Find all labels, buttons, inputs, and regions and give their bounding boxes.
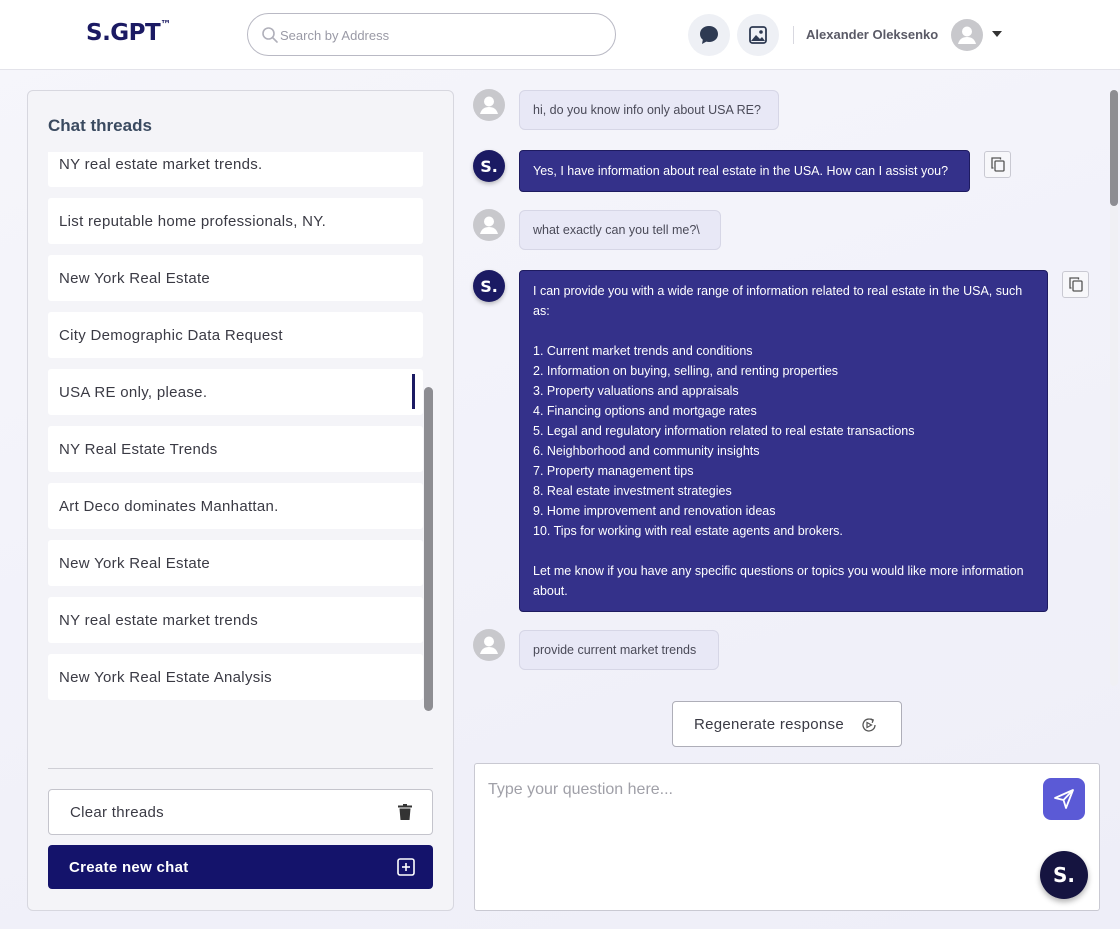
send-button[interactable] bbox=[1043, 778, 1085, 820]
thread-item[interactable]: New York Real Estate bbox=[48, 540, 423, 586]
thread-item[interactable]: City Demographic Data Request bbox=[48, 312, 423, 358]
user-avatar-icon bbox=[473, 629, 505, 661]
copy-icon bbox=[1068, 277, 1083, 292]
image-icon bbox=[749, 26, 767, 44]
divider bbox=[48, 768, 433, 769]
panel-title: Chat threads bbox=[48, 116, 152, 135]
send-icon bbox=[1054, 789, 1074, 809]
app-logo[interactable]: S.GPT™ bbox=[86, 18, 171, 46]
thread-item[interactable]: NY real estate market trends bbox=[48, 597, 423, 643]
thread-list: NY real estate market trends. List reput… bbox=[48, 152, 423, 702]
bot-message: Yes, I have information about real estat… bbox=[519, 150, 970, 192]
search-icon bbox=[262, 27, 278, 43]
regenerate-response-button[interactable]: Regenerate response bbox=[672, 701, 902, 747]
chat-mode-button[interactable] bbox=[688, 14, 730, 56]
message-composer bbox=[474, 763, 1100, 911]
chat-scrollbar[interactable] bbox=[1110, 90, 1118, 206]
user-message: what exactly can you tell me?\ bbox=[519, 210, 721, 250]
bot-avatar: S. bbox=[473, 270, 505, 302]
chevron-down-icon[interactable] bbox=[992, 31, 1002, 37]
address-search bbox=[247, 13, 616, 56]
thread-item-active[interactable]: USA RE only, please. bbox=[48, 369, 423, 415]
top-header: S.GPT™ Alexander Oleksenko bbox=[0, 0, 1120, 70]
create-new-chat-button[interactable]: Create new chat bbox=[48, 845, 433, 889]
thread-item[interactable]: List reputable home professionals, NY. bbox=[48, 198, 423, 244]
thread-item[interactable]: NY Real Estate Trends bbox=[48, 426, 423, 472]
chat-bubble-icon bbox=[700, 26, 718, 44]
image-mode-button[interactable] bbox=[737, 14, 779, 56]
chat-threads-panel: Chat threads NY real estate market trend… bbox=[27, 90, 454, 911]
user-avatar-icon bbox=[473, 89, 505, 121]
thread-item[interactable]: New York Real Estate Analysis bbox=[48, 654, 423, 700]
user-name: Alexander Oleksenko bbox=[806, 27, 939, 42]
thread-item[interactable]: New York Real Estate bbox=[48, 255, 423, 301]
copy-icon bbox=[990, 157, 1005, 172]
bot-avatar: S. bbox=[473, 150, 505, 182]
thread-item[interactable]: Art Deco dominates Manhattan. bbox=[48, 483, 423, 529]
regenerate-icon bbox=[862, 718, 876, 732]
copy-button[interactable] bbox=[1062, 271, 1089, 298]
search-input[interactable] bbox=[280, 24, 600, 46]
question-input[interactable] bbox=[488, 781, 1028, 891]
user-message: provide current market trends bbox=[519, 630, 719, 670]
user-avatar-icon bbox=[473, 209, 505, 241]
assistant-fab-button[interactable]: S. bbox=[1040, 851, 1088, 899]
active-indicator bbox=[412, 374, 415, 409]
header-divider bbox=[793, 26, 794, 44]
user-avatar-icon[interactable] bbox=[951, 19, 983, 51]
thread-item[interactable]: NY real estate market trends. bbox=[48, 152, 423, 187]
user-message: hi, do you know info only about USA RE? bbox=[519, 90, 779, 130]
plus-square-icon bbox=[397, 858, 415, 876]
copy-button[interactable] bbox=[984, 151, 1011, 178]
thread-list-scrollbar[interactable] bbox=[424, 387, 433, 711]
clear-threads-button[interactable]: Clear threads bbox=[48, 789, 433, 835]
trash-icon bbox=[398, 804, 412, 820]
bot-message: I can provide you with a wide range of i… bbox=[519, 270, 1048, 612]
